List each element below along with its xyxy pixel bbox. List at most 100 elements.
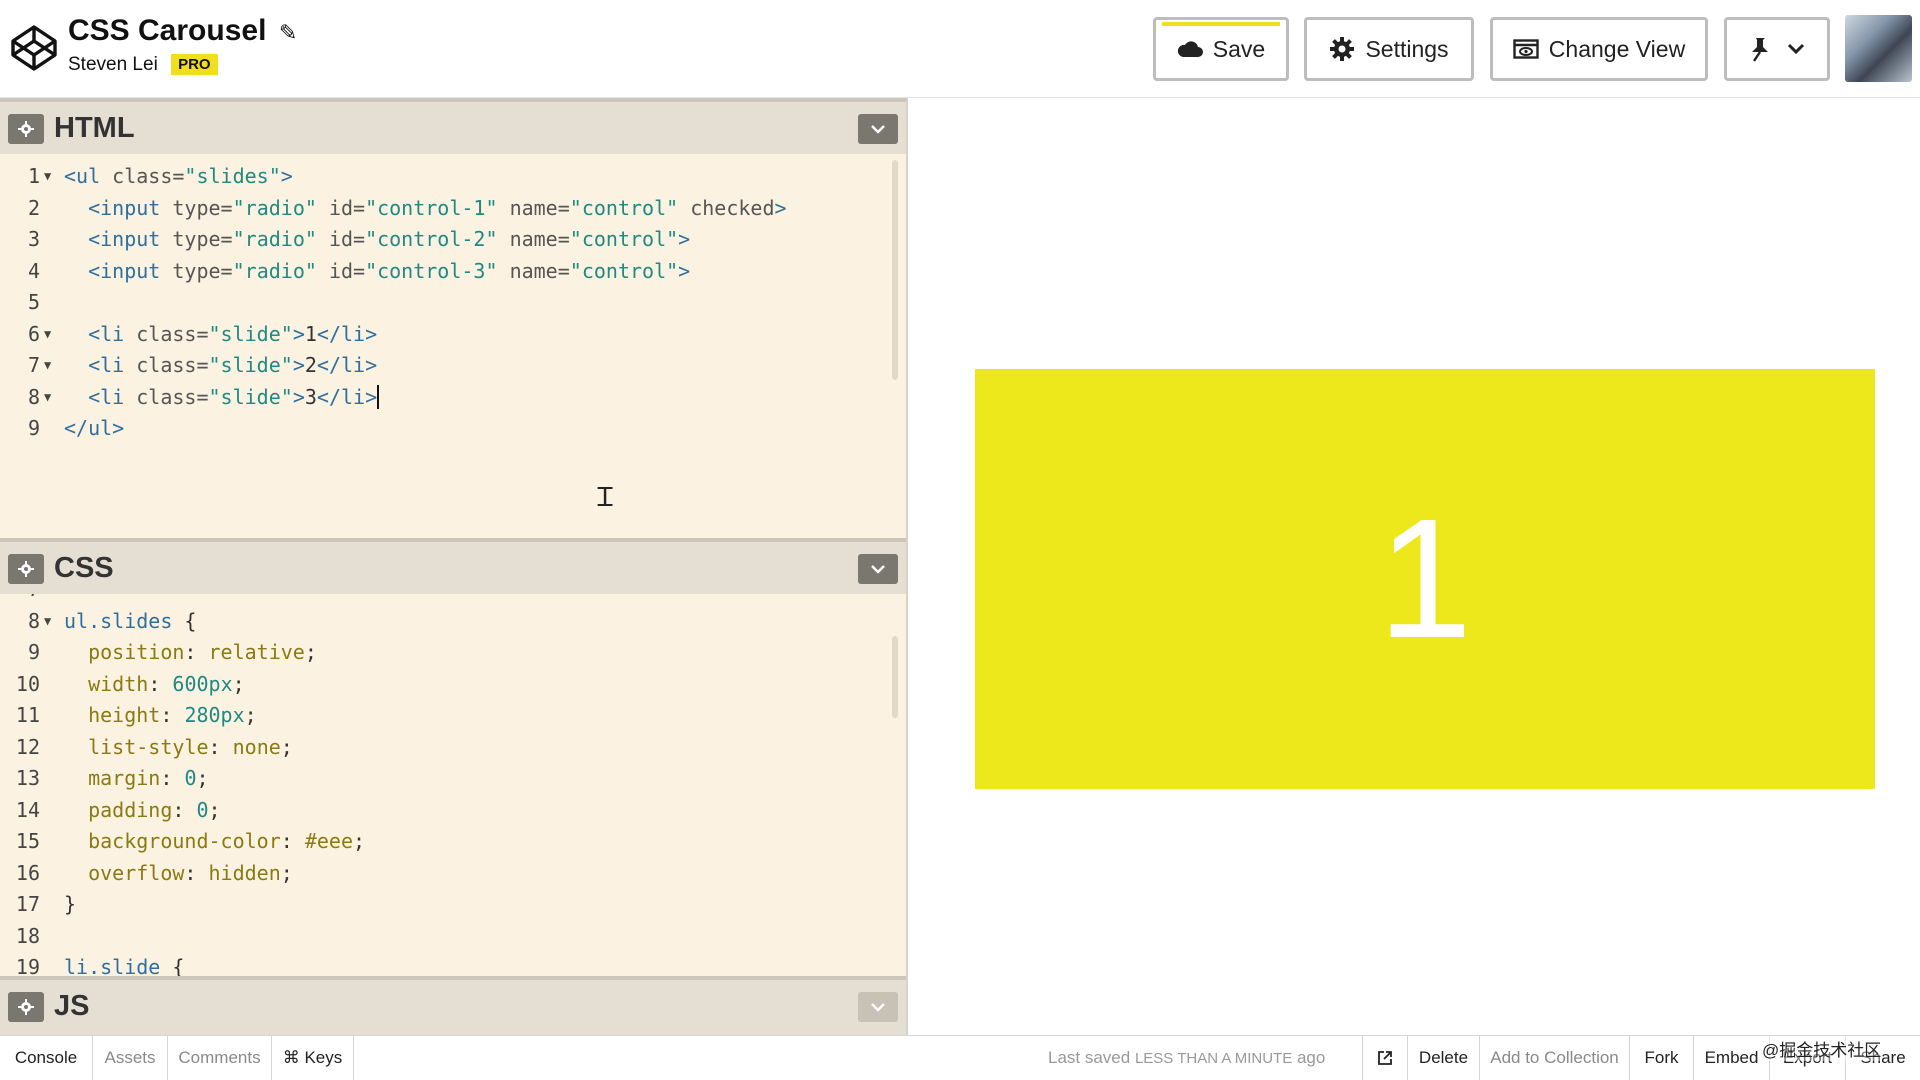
fork-button[interactable]: Fork xyxy=(1630,1036,1694,1080)
code-line[interactable]: 6 ▼ <li class="slide">1</li> xyxy=(0,319,906,351)
css-pane-header: CSS xyxy=(0,538,906,594)
js-pane-header: JS xyxy=(0,976,906,1035)
fold-arrow-icon[interactable]: ▼ xyxy=(44,382,51,414)
fold-arrow-icon[interactable]: ▼ xyxy=(44,319,51,351)
code-text: <input type="radio" id="control-3" name=… xyxy=(88,258,691,283)
line-number: 4 xyxy=(27,258,40,283)
code-line[interactable]: 7 ▼ <li class="slide">2</li> xyxy=(0,350,906,382)
css-settings-gear-icon[interactable] xyxy=(8,554,44,584)
pin-menu-button[interactable] xyxy=(1724,17,1830,81)
code-line[interactable]: 17} xyxy=(0,889,906,921)
assets-button[interactable]: Assets xyxy=(93,1036,168,1080)
line-number: 5 xyxy=(27,290,40,314)
pen-title[interactable]: CSS Carousel xyxy=(68,14,266,48)
html-code-editor[interactable]: 1 ▼ <ul class="slides"> 2 <input type="radi… xyxy=(0,161,906,531)
code-text: <li class="slide">2</li> xyxy=(88,353,378,377)
css-code-editor[interactable]: 7 8▼ ul.slides { 9 position: relative;10 wi… xyxy=(0,594,906,976)
top-header: CSS Carousel ✎ Steven Lei PRO Save Setti… xyxy=(0,0,1920,98)
bottom-bar: Console Assets Comments ⌘ Keys Last save… xyxy=(0,1035,1920,1080)
editor-panes: HTML 1 ▼ <ul class="slides"> 2 <input type=… xyxy=(0,98,908,1035)
js-collapse-chevron-icon[interactable] xyxy=(858,992,898,1022)
change-view-button[interactable]: Change View xyxy=(1490,17,1708,81)
fold-arrow-icon[interactable]: ▼ xyxy=(44,350,51,382)
code-line[interactable]: 8 ▼ <li class="slide">3</li> xyxy=(0,382,906,414)
code-text: overflow: hidden; xyxy=(88,860,293,885)
line-number: 19 xyxy=(15,955,40,976)
console-button[interactable]: Console xyxy=(0,1036,93,1080)
preview-pane: 1 xyxy=(932,98,1920,1035)
carousel-slide: 1 xyxy=(975,369,1875,789)
line-number: 11 xyxy=(15,703,40,727)
line-number: 6 xyxy=(27,321,40,346)
code-text: padding: 0; xyxy=(88,797,221,822)
code-text: <input type="radio" id="control-2" name=… xyxy=(88,227,691,251)
open-external-button[interactable] xyxy=(1362,1036,1408,1080)
html-scrollbar[interactable] xyxy=(892,160,898,380)
js-pane-label: JS xyxy=(54,990,90,1022)
js-settings-gear-icon[interactable] xyxy=(8,992,44,1022)
html-pane-label: HTML xyxy=(54,112,135,144)
code-line[interactable]: 14 padding: 0; xyxy=(0,795,906,827)
line-number: 18 xyxy=(15,923,40,948)
code-line[interactable]: 3 <input type="radio" id="control-2" nam… xyxy=(0,224,906,256)
fold-arrow-icon[interactable]: ▼ xyxy=(44,606,51,638)
edit-pencil-icon[interactable]: ✎ xyxy=(279,20,297,46)
code-line[interactable]: 8 ▼ ul.slides { xyxy=(0,606,906,638)
pen-title-block: CSS Carousel ✎ Steven Lei PRO xyxy=(68,14,297,76)
code-line[interactable]: 9 position: relative; xyxy=(0,637,906,669)
text-cursor-ibeam-icon: Ꮖ xyxy=(597,483,615,513)
chevron-down-icon xyxy=(1787,43,1805,55)
delete-button[interactable]: Delete xyxy=(1408,1036,1480,1080)
code-line[interactable]: 1 ▼ <ul class="slides"> xyxy=(0,161,906,193)
save-label: Save xyxy=(1212,35,1266,62)
code-line[interactable]: 19 li.slide { xyxy=(0,952,906,976)
code-text: li.slide { xyxy=(64,955,185,976)
save-button[interactable]: Save xyxy=(1153,17,1289,81)
code-line[interactable]: 9 </ul> xyxy=(0,413,906,445)
line-number: 15 xyxy=(15,829,40,853)
css-pane-label: CSS xyxy=(54,552,114,584)
code-text: <li class="slide">3</li> xyxy=(88,384,380,409)
css-collapse-chevron-icon[interactable] xyxy=(858,554,898,584)
code-line[interactable]: 11 height: 280px; xyxy=(0,700,906,732)
html-settings-gear-icon[interactable] xyxy=(8,114,44,144)
author-name[interactable]: Steven Lei xyxy=(68,54,158,75)
change-view-label: Change View xyxy=(1548,35,1686,62)
codepen-logo-icon[interactable] xyxy=(10,24,58,72)
keys-button[interactable]: ⌘ Keys xyxy=(272,1036,354,1080)
code-line[interactable]: 7 xyxy=(0,594,906,606)
html-collapse-chevron-icon[interactable] xyxy=(858,114,898,144)
code-line[interactable]: 15 background-color: #eee; xyxy=(0,826,906,858)
line-number: 3 xyxy=(27,227,40,251)
code-line[interactable]: 2 <input type="radio" id="control-1" nam… xyxy=(0,193,906,225)
settings-button[interactable]: Settings xyxy=(1304,17,1474,81)
fold-arrow-icon[interactable]: ▼ xyxy=(44,161,51,193)
code-line[interactable]: 13 margin: 0; xyxy=(0,763,906,795)
line-number: 16 xyxy=(15,860,40,885)
line-number: 8 xyxy=(27,384,40,409)
code-text: <li class="slide">1</li> xyxy=(88,321,378,346)
code-text: } xyxy=(64,892,77,916)
code-line[interactable]: 10 width: 600px; xyxy=(0,669,906,701)
add-to-collection-button[interactable]: Add to Collection xyxy=(1480,1036,1630,1080)
code-line[interactable]: 4 <input type="radio" id="control-3" nam… xyxy=(0,256,906,288)
code-text: ul.slides { xyxy=(64,608,197,633)
code-text: margin: 0; xyxy=(88,766,209,790)
code-line[interactable]: 5 xyxy=(0,287,906,319)
status-time: LESS THAN A MINUTE xyxy=(1134,1050,1293,1067)
user-avatar[interactable] xyxy=(1845,15,1912,82)
pro-badge: PRO xyxy=(171,54,218,75)
line-number: 9 xyxy=(27,416,40,440)
code-text: list-style: none; xyxy=(88,734,293,759)
line-number: 8 xyxy=(27,608,40,633)
comments-button[interactable]: Comments xyxy=(168,1036,272,1080)
code-line[interactable]: 16 overflow: hidden; xyxy=(0,858,906,890)
embed-button[interactable]: Embed xyxy=(1694,1036,1770,1080)
css-scrollbar[interactable] xyxy=(892,636,898,718)
code-line[interactable]: 18 xyxy=(0,921,906,953)
code-line[interactable]: 12 list-style: none; xyxy=(0,732,906,764)
code-text: background-color: #eee; xyxy=(88,829,366,853)
caret xyxy=(377,384,380,409)
code-text: height: 280px; xyxy=(88,703,257,727)
line-number: 7 xyxy=(0,594,40,606)
